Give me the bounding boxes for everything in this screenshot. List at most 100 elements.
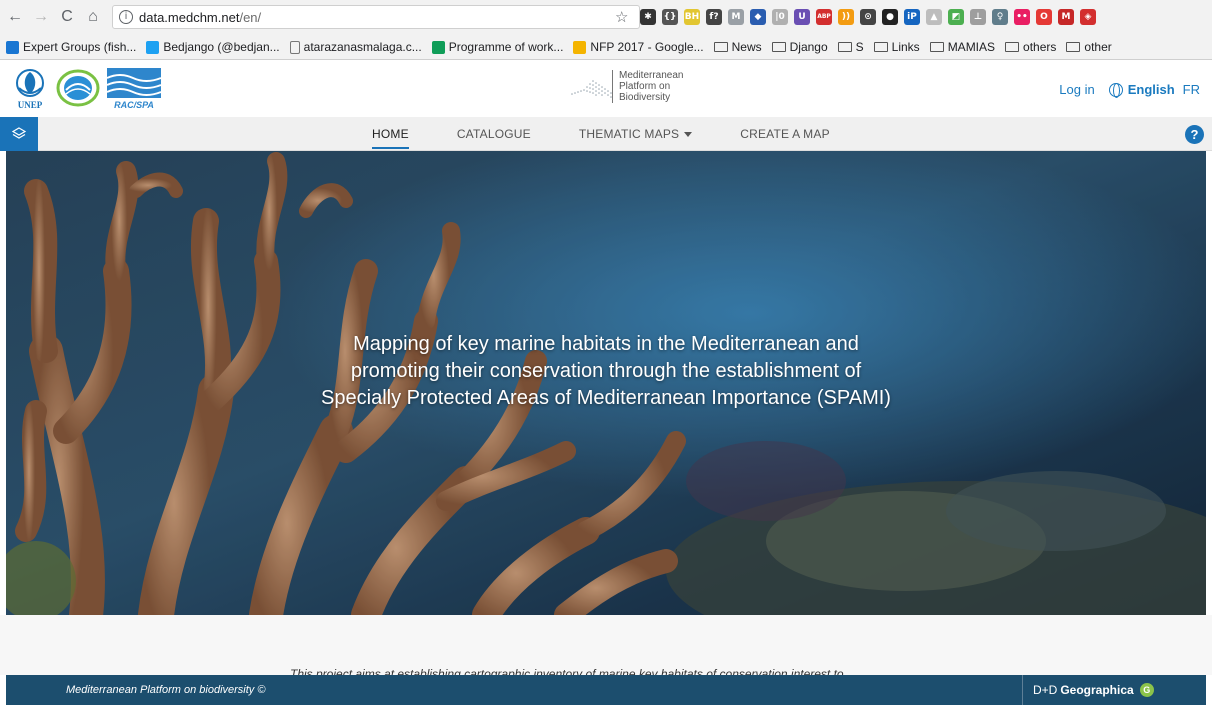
folder-icon <box>873 42 888 52</box>
platform-title-line2: Platform on <box>619 81 671 92</box>
layers-button[interactable] <box>0 117 38 151</box>
footer-credit-prefix: D+D <box>1033 683 1058 697</box>
rac-spa-logo[interactable]: RAC/SPA <box>105 66 163 110</box>
extension-icon[interactable]: ◩ <box>948 9 964 25</box>
url-path: /en/ <box>239 9 262 25</box>
bookmark-item[interactable]: others <box>1005 40 1056 54</box>
forward-icon[interactable]: → <box>30 6 52 28</box>
bookmark-item[interactable]: News <box>713 40 762 54</box>
nav-item-create-map[interactable]: CREATE A MAP <box>740 117 830 151</box>
hero-banner: Mapping of key marine habitats in the Me… <box>6 151 1206 615</box>
bookmark-label: Programme of work... <box>448 40 564 54</box>
favicon-icon <box>573 40 587 54</box>
url-host: data.medchm.net <box>139 9 240 25</box>
extension-icon[interactable]: )) <box>838 9 854 25</box>
page: ← → C ⌂ i data.medchm.net/en/ ☆ ✱ {} BH f? M… <box>0 0 1212 705</box>
layers-icon <box>11 127 27 139</box>
site-footer: Mediterranean Platform on biodiversity ©… <box>6 675 1206 705</box>
folder-icon <box>837 42 852 52</box>
folder-icon <box>771 42 786 52</box>
browser-chrome: ← → C ⌂ i data.medchm.net/en/ ☆ ✱ {} BH f? M… <box>0 0 1212 60</box>
bookmark-item[interactable]: Links <box>873 40 920 54</box>
nav-item-catalogue[interactable]: CATALOGUE <box>457 117 531 151</box>
footer-copyright: Mediterranean Platform on biodiversity © <box>66 684 266 696</box>
caret-down-icon <box>684 132 693 138</box>
site-header: UNEP RAC/SPA Mediterranean Platform on B… <box>0 60 1212 117</box>
bookmark-label: Bedjango (@bedjan... <box>163 40 280 54</box>
main-navbar: HOME CATALOGUE THEMATIC MAPS CREATE A MA… <box>0 117 1212 151</box>
hero-tagline-line3: Specially Protected Areas of Mediterrane… <box>321 387 891 409</box>
extension-icon[interactable]: ▲ <box>926 9 942 25</box>
hero-tagline-line2: promoting their conservation through the… <box>350 360 862 382</box>
footer-credit-brand: Geographica <box>1060 683 1134 697</box>
bookmarks-bar: Expert Groups (fish... Bedjango (@bedjan.… <box>0 34 1212 60</box>
platform-title: Mediterranean Platform on Biodiversity <box>612 70 712 103</box>
extension-icon[interactable]: ◈ <box>1080 9 1096 25</box>
language-current[interactable]: English <box>1128 82 1175 97</box>
login-link[interactable]: Log in <box>1059 82 1094 97</box>
bookmark-item[interactable]: S <box>837 40 864 54</box>
extension-icon[interactable]: f? <box>706 9 722 25</box>
info-icon[interactable]: i <box>119 10 133 24</box>
address-bar[interactable]: i data.medchm.net/en/ <box>112 5 640 29</box>
platform-title-line1: Mediterranean <box>619 70 684 81</box>
extension-icon[interactable]: ● <box>882 9 898 25</box>
home-icon[interactable]: ⌂ <box>82 6 104 28</box>
extension-icon[interactable]: ♀ <box>992 9 1008 25</box>
content-section: This project aims at establishing cartog… <box>0 615 1212 681</box>
favicon-icon <box>6 40 19 54</box>
bookmark-item[interactable]: other <box>1066 40 1112 54</box>
reload-icon[interactable]: C <box>56 6 78 28</box>
nav-item-thematic-maps[interactable]: THEMATIC MAPS <box>578 117 693 151</box>
back-icon[interactable]: ← <box>4 6 26 28</box>
hero-tagline-line1: Mapping of key marine habitats in the Me… <box>353 333 859 355</box>
folder-icon <box>929 42 944 52</box>
extension-icon[interactable]: ⊥ <box>970 9 986 25</box>
bookmark-item[interactable]: atarazanasmalaga.c... <box>289 40 422 54</box>
folder-icon <box>1005 42 1020 52</box>
extensions-bar: ✱{} BH f? M ◆ |0 U ABP)) ⊙ ● iP ▲ ◩ ⊥ ♀ •• O M ◈ <box>640 6 1210 28</box>
bookmark-item[interactable]: Django <box>771 40 828 54</box>
extension-icon[interactable]: M <box>728 9 744 25</box>
extension-icon[interactable]: O <box>1036 9 1052 25</box>
folder-icon <box>713 42 728 52</box>
extension-icon[interactable]: ◆ <box>750 9 766 25</box>
bookmark-label: Django <box>789 40 828 54</box>
bookmark-label: Expert Groups (fish... <box>23 40 137 54</box>
bookmark-label: atarazanasmalaga.c... <box>303 40 422 54</box>
favicon-icon <box>431 40 445 54</box>
extension-icon[interactable]: BH <box>684 9 700 25</box>
bookmark-star-icon[interactable]: ☆ <box>615 8 628 26</box>
bookmark-label: News <box>731 40 762 54</box>
extension-icon[interactable]: ✱ <box>640 9 656 25</box>
extension-icon[interactable]: U <box>794 9 810 25</box>
extension-icon[interactable]: |0 <box>772 9 788 25</box>
geographica-icon: G <box>1139 683 1154 697</box>
bookmark-label: other <box>1084 40 1112 54</box>
globe-icon <box>1108 82 1123 98</box>
extension-icon[interactable]: ABP <box>816 9 832 25</box>
extension-icon[interactable]: •• <box>1014 9 1030 25</box>
nav-item-thematic-maps-label: THEMATIC MAPS <box>578 127 680 141</box>
bookmark-item[interactable]: Bedjango (@bedjan... <box>146 40 280 54</box>
nav-menu: HOME CATALOGUE THEMATIC MAPS CREATE A MA… <box>372 117 878 151</box>
extension-icon[interactable]: ⊙ <box>860 9 876 25</box>
bookmark-item[interactable]: Programme of work... <box>431 40 564 54</box>
unep-logo[interactable]: UNEP <box>10 68 50 110</box>
nav-item-catalogue-label: CATALOGUE <box>456 127 531 141</box>
language-switch-fr[interactable]: FR <box>1183 82 1200 97</box>
help-icon[interactable]: ? <box>1185 125 1204 144</box>
map-logo[interactable] <box>55 68 101 108</box>
footer-credit[interactable]: D+D Geographica G <box>1022 675 1154 705</box>
browser-toolbar: ← → C ⌂ i data.medchm.net/en/ ☆ ✱ {} BH f? M… <box>0 0 1212 34</box>
nav-item-home[interactable]: HOME <box>372 117 409 151</box>
bookmark-item[interactable]: NFP 2017 - Google... <box>573 40 704 54</box>
header-actions: Log in English FR <box>1059 82 1200 98</box>
extension-icon[interactable]: {} <box>662 9 678 25</box>
extension-icon[interactable]: M <box>1058 9 1074 25</box>
bookmark-item[interactable]: Expert Groups (fish... <box>6 40 136 54</box>
page-icon <box>289 40 300 54</box>
bookmark-item[interactable]: MAMIAS <box>929 40 995 54</box>
extension-icon[interactable]: iP <box>904 9 920 25</box>
bookmark-label: S <box>855 40 864 54</box>
